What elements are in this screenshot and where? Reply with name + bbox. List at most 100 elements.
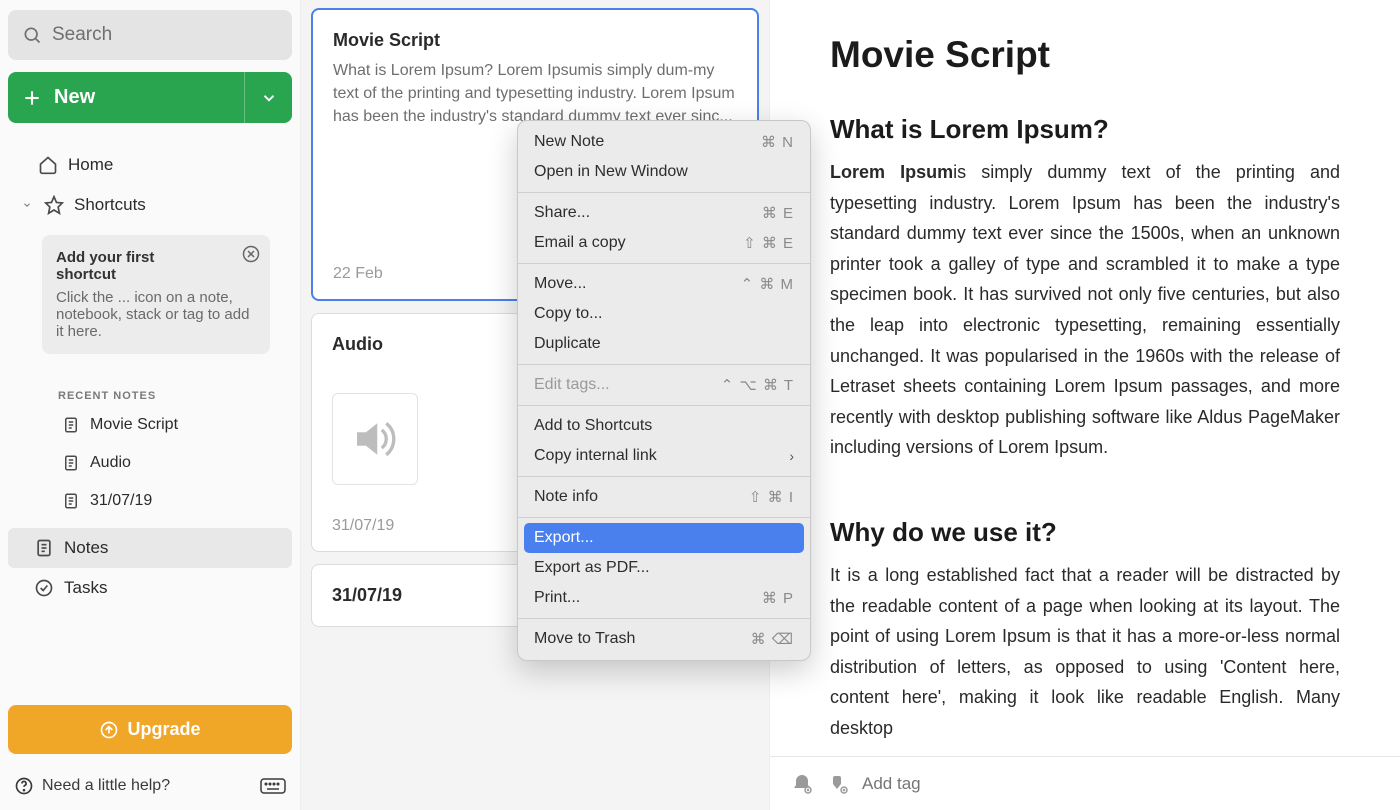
sidebar: Search New Home bbox=[0, 0, 300, 810]
editor-paragraph[interactable]: It is a long established fact that a rea… bbox=[830, 560, 1340, 744]
menu-separator bbox=[518, 192, 810, 193]
menu-item-share[interactable]: Share... ⌘ E bbox=[518, 198, 810, 228]
search-input[interactable]: Search bbox=[8, 10, 292, 60]
plus-icon bbox=[22, 88, 42, 108]
menu-separator bbox=[518, 364, 810, 365]
menu-item-label: Edit tags... bbox=[534, 376, 610, 394]
paragraph-text: is simply dummy text of the printing and… bbox=[830, 162, 1340, 457]
menu-item-label: New Note bbox=[534, 133, 604, 151]
menu-shortcut: ⌘ P bbox=[762, 589, 794, 607]
menu-item-edit-tags: Edit tags... ⌃ ⌥ ⌘ T bbox=[518, 370, 810, 400]
bold-text: Lorem Ipsum bbox=[830, 162, 953, 182]
recent-item-movie-script[interactable]: Movie Script bbox=[8, 406, 292, 444]
editor-title[interactable]: Movie Script bbox=[830, 34, 1340, 76]
help-label: Need a little help? bbox=[42, 777, 170, 795]
menu-shortcut: ⌃ ⌥ ⌘ T bbox=[721, 376, 794, 394]
help-icon bbox=[14, 776, 34, 796]
note-icon bbox=[62, 454, 80, 472]
menu-item-label: Add to Shortcuts bbox=[534, 417, 652, 435]
menu-item-label: Open in New Window bbox=[534, 163, 688, 181]
menu-item-copy-internal-link[interactable]: Copy internal link › bbox=[518, 441, 810, 471]
nav-label: Notes bbox=[64, 538, 108, 558]
help-row: Need a little help? bbox=[8, 770, 292, 800]
editor: Movie Script What is Lorem Ipsum? Lorem … bbox=[770, 0, 1400, 810]
close-icon[interactable] bbox=[242, 245, 260, 263]
nav-label: Shortcuts bbox=[74, 195, 146, 215]
tag-input[interactable] bbox=[862, 774, 1380, 794]
notes-list-column: Movie Script What is Lorem Ipsum? Lorem … bbox=[300, 0, 770, 810]
note-icon bbox=[62, 492, 80, 510]
menu-item-move-to-trash[interactable]: Move to Trash ⌘ ⌫ bbox=[518, 624, 810, 654]
menu-item-label: Email a copy bbox=[534, 234, 626, 252]
menu-item-label: Duplicate bbox=[534, 335, 601, 353]
menu-item-label: Copy to... bbox=[534, 305, 602, 323]
menu-item-copy-to[interactable]: Copy to... bbox=[518, 299, 810, 329]
nav-notes[interactable]: Notes bbox=[8, 528, 292, 568]
keyboard-icon[interactable] bbox=[260, 776, 286, 796]
speaker-icon bbox=[332, 393, 418, 485]
new-button-label: New bbox=[54, 86, 95, 109]
menu-item-note-info[interactable]: Note info ⇧ ⌘ I bbox=[518, 482, 810, 512]
menu-shortcut: ⇧ ⌘ I bbox=[749, 488, 794, 506]
shortcut-hint-card: Add your first shortcut Click the ... ic… bbox=[42, 235, 270, 354]
editor-paragraph[interactable]: Lorem Ipsumis simply dummy text of the p… bbox=[830, 157, 1340, 463]
menu-shortcut: ⌘ N bbox=[761, 133, 794, 151]
menu-item-duplicate[interactable]: Duplicate bbox=[518, 329, 810, 359]
recent-item-label: 31/07/19 bbox=[90, 492, 152, 510]
editor-heading[interactable]: Why do we use it? bbox=[830, 517, 1340, 548]
note-title: Movie Script bbox=[333, 30, 737, 51]
menu-separator bbox=[518, 517, 810, 518]
menu-item-label: Copy internal link bbox=[534, 447, 657, 465]
upgrade-button[interactable]: Upgrade bbox=[8, 705, 292, 754]
home-icon bbox=[38, 155, 58, 175]
menu-item-export-as-pdf[interactable]: Export as PDF... bbox=[518, 553, 810, 583]
menu-item-add-to-shortcuts[interactable]: Add to Shortcuts bbox=[518, 411, 810, 441]
menu-item-open-in-new-window[interactable]: Open in New Window bbox=[518, 157, 810, 187]
menu-separator bbox=[518, 476, 810, 477]
shortcut-card-body: Click the ... icon on a note, notebook, … bbox=[56, 289, 256, 340]
search-placeholder: Search bbox=[52, 24, 112, 46]
menu-shortcut: ⇧ ⌘ E bbox=[743, 234, 794, 252]
menu-item-label: Share... bbox=[534, 204, 590, 222]
tag-bar bbox=[770, 756, 1400, 810]
menu-item-new-note[interactable]: New Note ⌘ N bbox=[518, 127, 810, 157]
notebook-tag-icon[interactable] bbox=[826, 772, 850, 796]
new-button[interactable]: New bbox=[8, 72, 292, 123]
chevron-right-icon: › bbox=[789, 448, 794, 464]
menu-separator bbox=[518, 618, 810, 619]
shortcut-card-title: Add your first shortcut bbox=[56, 249, 196, 283]
menu-item-label: Note info bbox=[534, 488, 598, 506]
nav-shortcuts[interactable]: Shortcuts bbox=[8, 185, 292, 225]
menu-item-print[interactable]: Print... ⌘ P bbox=[518, 583, 810, 613]
reminder-icon[interactable] bbox=[790, 772, 814, 796]
menu-item-email-a-copy[interactable]: Email a copy ⇧ ⌘ E bbox=[518, 228, 810, 258]
note-icon bbox=[62, 416, 80, 434]
menu-item-export[interactable]: Export... bbox=[524, 523, 804, 553]
help-button[interactable]: Need a little help? bbox=[14, 776, 170, 796]
upgrade-icon bbox=[99, 720, 119, 740]
context-menu: New Note ⌘ N Open in New Window Share... ⌘ E… bbox=[517, 120, 811, 661]
recent-item-label: Movie Script bbox=[90, 416, 178, 434]
nav-tasks[interactable]: Tasks bbox=[8, 568, 292, 608]
new-dropdown-button[interactable] bbox=[244, 72, 292, 123]
tasks-icon bbox=[34, 578, 54, 598]
menu-shortcut: ⌘ E bbox=[762, 204, 794, 222]
menu-item-label: Move to Trash bbox=[534, 630, 635, 648]
recent-notes-label: RECENT NOTES bbox=[8, 382, 292, 406]
nav-list: Home Shortcuts Add your first shortcut C… bbox=[8, 145, 292, 608]
nav-home[interactable]: Home bbox=[8, 145, 292, 185]
recent-item-date[interactable]: 31/07/19 bbox=[8, 482, 292, 520]
star-icon bbox=[44, 195, 64, 215]
menu-shortcut: ⌘ ⌫ bbox=[751, 630, 794, 648]
menu-item-move[interactable]: Move...⌃ ⌘ M bbox=[518, 269, 810, 299]
recent-item-audio[interactable]: Audio bbox=[8, 444, 292, 482]
chevron-down-icon bbox=[22, 199, 32, 211]
note-preview: What is Lorem Ipsum? Lorem Ipsumis simpl… bbox=[333, 59, 737, 129]
menu-separator bbox=[518, 263, 810, 264]
menu-item-label: Print... bbox=[534, 589, 580, 607]
menu-shortcut: ⌃ ⌘ M bbox=[741, 275, 794, 293]
editor-heading[interactable]: What is Lorem Ipsum? bbox=[830, 114, 1340, 145]
menu-item-label: Export... bbox=[534, 529, 594, 547]
notes-icon bbox=[34, 538, 54, 558]
menu-separator bbox=[518, 405, 810, 406]
